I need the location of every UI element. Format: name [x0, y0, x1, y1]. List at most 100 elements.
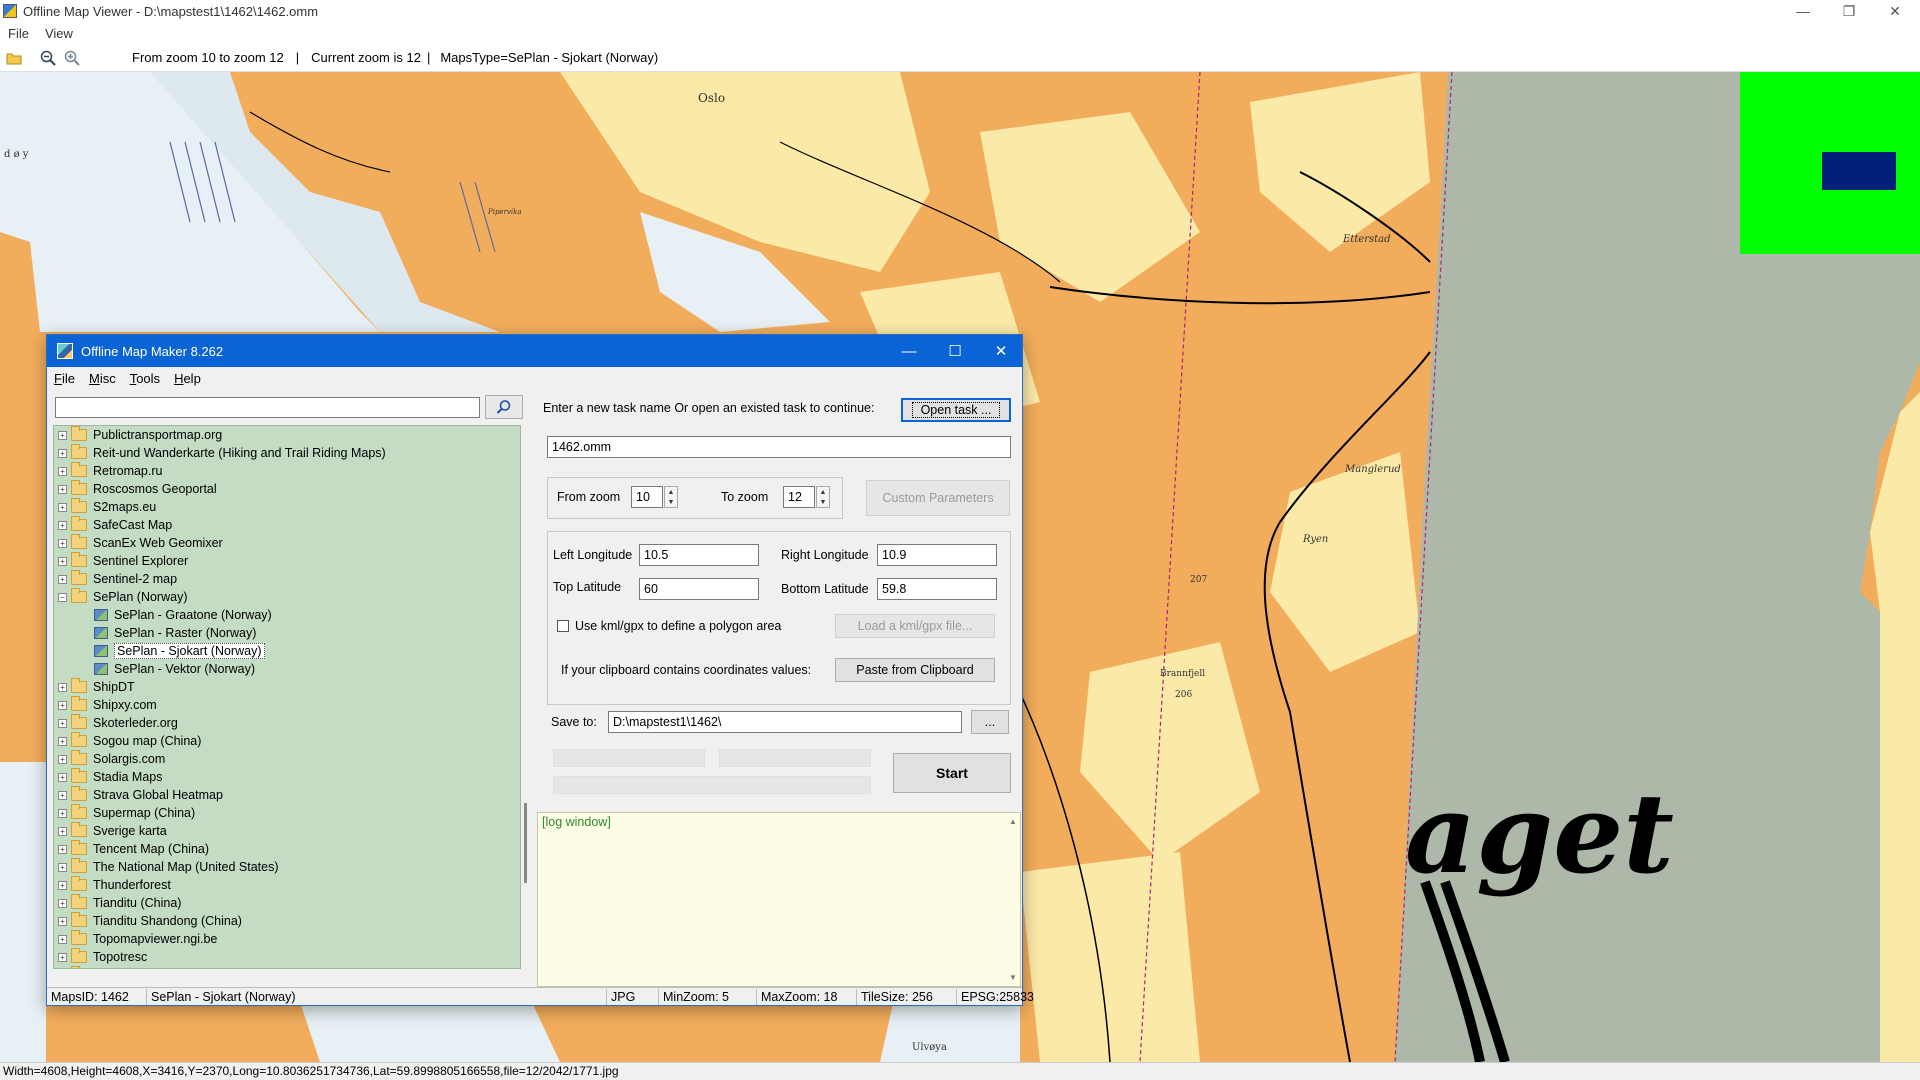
- tree-item[interactable]: + Tianditu Shandong (China): [54, 912, 520, 930]
- tree-item[interactable]: + Topomapviewer.ngi.be: [54, 930, 520, 948]
- expand-icon[interactable]: +: [58, 952, 67, 962]
- zoom-out-icon[interactable]: [38, 48, 58, 68]
- maximize-button[interactable]: ❐: [1826, 0, 1872, 22]
- expand-icon[interactable]: +: [58, 484, 67, 494]
- tree-item[interactable]: SePlan - Raster (Norway): [54, 624, 520, 642]
- open-folder-icon[interactable]: [4, 48, 24, 68]
- from-zoom-spinner[interactable]: ▲ ▼: [664, 486, 678, 508]
- save-to-field[interactable]: D:\mapstest1\1462\: [608, 711, 962, 733]
- tree-item[interactable]: + Thunderforest: [54, 876, 520, 894]
- tree-item[interactable]: + Tencent Map (China): [54, 840, 520, 858]
- open-task-button[interactable]: Open task ...: [901, 398, 1011, 422]
- log-scrollbar[interactable]: ▲ ▼: [1006, 813, 1020, 986]
- tree-item[interactable]: + Skoterleder.org: [54, 714, 520, 732]
- expand-icon[interactable]: +: [58, 556, 67, 566]
- search-button[interactable]: [485, 395, 523, 419]
- expand-icon[interactable]: +: [58, 916, 67, 926]
- folder-icon: [71, 732, 87, 747]
- expand-icon[interactable]: +: [58, 430, 67, 440]
- load-kml-button[interactable]: Load a kml/gpx file...: [835, 614, 995, 638]
- expand-icon[interactable]: +: [58, 772, 67, 782]
- log-window[interactable]: [log window] ▲ ▼: [537, 812, 1021, 987]
- collapse-icon[interactable]: −: [58, 592, 67, 602]
- minimize-button[interactable]: —: [1780, 0, 1826, 22]
- tree-item-label: ShipDT: [93, 680, 135, 694]
- tree-item[interactable]: +Toronto Maps (Canada): [54, 966, 520, 968]
- dialog-menu-help[interactable]: Help: [167, 371, 208, 386]
- expand-icon[interactable]: +: [58, 718, 67, 728]
- expand-icon[interactable]: +: [58, 898, 67, 908]
- expand-icon[interactable]: +: [58, 934, 67, 944]
- tree-item[interactable]: + Solargis.com: [54, 750, 520, 768]
- top-latitude-field[interactable]: 60: [639, 578, 759, 600]
- tree-item[interactable]: SePlan - Sjokart (Norway): [54, 642, 520, 660]
- expand-icon[interactable]: +: [58, 466, 67, 476]
- expand-icon[interactable]: +: [58, 808, 67, 818]
- expand-icon[interactable]: +: [58, 682, 67, 692]
- expand-icon[interactable]: +: [58, 502, 67, 512]
- expand-icon[interactable]: +: [58, 538, 67, 548]
- kml-checkbox[interactable]: [557, 620, 569, 632]
- tree-item[interactable]: + S2maps.eu: [54, 498, 520, 516]
- map-search-input[interactable]: [55, 397, 480, 418]
- tree-item[interactable]: + Sverige karta: [54, 822, 520, 840]
- expand-icon[interactable]: +: [58, 844, 67, 854]
- dialog-minimize-button[interactable]: —: [886, 335, 932, 367]
- right-longitude-field[interactable]: 10.9: [877, 544, 997, 566]
- dialog-menu-tools[interactable]: Tools: [123, 371, 167, 386]
- expand-icon[interactable]: +: [58, 754, 67, 764]
- from-zoom-field[interactable]: 10: [631, 486, 663, 508]
- dialog-menu-misc[interactable]: Misc: [82, 371, 123, 386]
- zoom-in-icon[interactable]: [62, 48, 82, 68]
- tree-item[interactable]: + Retromap.ru: [54, 462, 520, 480]
- status-map-name: SePlan - Sjokart (Norway): [147, 989, 607, 1005]
- start-button[interactable]: Start: [893, 753, 1011, 793]
- expand-icon[interactable]: +: [58, 448, 67, 458]
- map-source-tree[interactable]: + Publictransportmap.org + Reit-und Wanderk…: [53, 425, 521, 969]
- tree-item[interactable]: + Sentinel-2 map: [54, 570, 520, 588]
- tree-item[interactable]: + Supermap (China): [54, 804, 520, 822]
- custom-parameters-button[interactable]: Custom Parameters: [866, 480, 1010, 516]
- tree-item[interactable]: + The National Map (United States): [54, 858, 520, 876]
- tree-item[interactable]: SePlan - Vektor (Norway): [54, 660, 520, 678]
- expand-icon[interactable]: +: [58, 700, 67, 710]
- tree-item[interactable]: + Stadia Maps: [54, 768, 520, 786]
- left-longitude-field[interactable]: 10.5: [639, 544, 759, 566]
- expand-icon[interactable]: +: [58, 520, 67, 530]
- tree-item[interactable]: + Publictransportmap.org: [54, 426, 520, 444]
- expand-icon[interactable]: +: [58, 736, 67, 746]
- tree-item[interactable]: + Strava Global Heatmap: [54, 786, 520, 804]
- tree-item[interactable]: + SafeCast Map: [54, 516, 520, 534]
- dialog-maximize-button[interactable]: ☐: [932, 335, 978, 367]
- bottom-latitude-field[interactable]: 59.8: [877, 578, 997, 600]
- menu-view[interactable]: View: [37, 26, 81, 41]
- paste-clipboard-button[interactable]: Paste from Clipboard: [835, 658, 995, 682]
- tree-item[interactable]: + Shipxy.com: [54, 696, 520, 714]
- expand-icon[interactable]: +: [58, 826, 67, 836]
- tree-item[interactable]: − SePlan (Norway): [54, 588, 520, 606]
- tree-item[interactable]: + Roscosmos Geoportal: [54, 480, 520, 498]
- menu-file[interactable]: File: [0, 26, 37, 41]
- expand-icon[interactable]: +: [58, 862, 67, 872]
- tree-item[interactable]: + Sentinel Explorer: [54, 552, 520, 570]
- log-text: [log window]: [542, 815, 611, 829]
- dialog-menu-file[interactable]: File: [47, 371, 82, 386]
- tree-item[interactable]: + Reit-und Wanderkarte (Hiking and Trail …: [54, 444, 520, 462]
- expand-icon[interactable]: +: [58, 880, 67, 890]
- scrollbar-thumb[interactable]: [524, 803, 527, 883]
- tree-item[interactable]: + Tianditu (China): [54, 894, 520, 912]
- to-zoom-field[interactable]: 12: [783, 486, 815, 508]
- tree-scrollbar[interactable]: [523, 393, 531, 969]
- task-name-field[interactable]: 1462.omm: [547, 436, 1011, 458]
- tree-item[interactable]: SePlan - Graatone (Norway): [54, 606, 520, 624]
- tree-item[interactable]: + ScanEx Web Geomixer: [54, 534, 520, 552]
- tree-item[interactable]: + ShipDT: [54, 678, 520, 696]
- expand-icon[interactable]: +: [58, 790, 67, 800]
- browse-button[interactable]: ...: [971, 710, 1009, 734]
- close-button[interactable]: ✕: [1872, 0, 1918, 22]
- to-zoom-spinner[interactable]: ▲ ▼: [816, 486, 830, 508]
- expand-icon[interactable]: +: [58, 574, 67, 584]
- tree-item[interactable]: + Topotresc: [54, 948, 520, 966]
- dialog-close-button[interactable]: ✕: [978, 335, 1024, 367]
- tree-item[interactable]: + Sogou map (China): [54, 732, 520, 750]
